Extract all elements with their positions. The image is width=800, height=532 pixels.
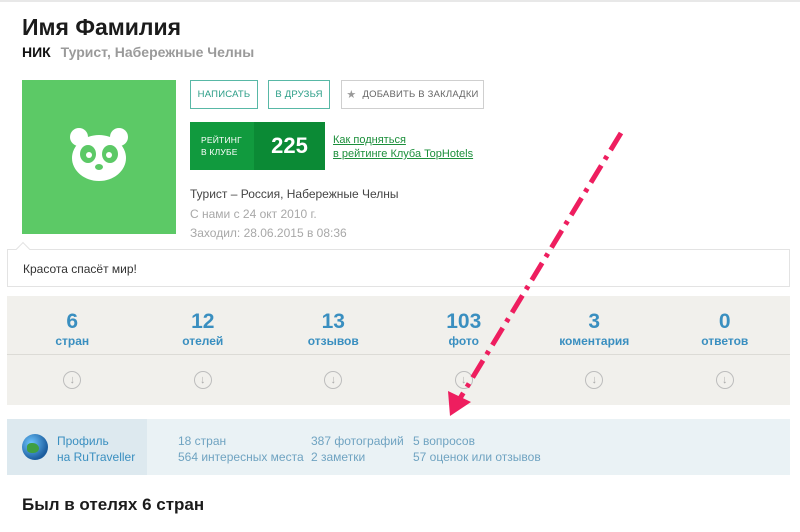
top-divider: [0, 0, 800, 2]
rating-link-line1[interactable]: Как подняться: [333, 133, 473, 147]
stat-label: стран: [55, 334, 90, 348]
rutraveller-questions: 5 вопросов: [413, 434, 475, 448]
stat-divider: [7, 354, 138, 355]
avatar[interactable]: [22, 80, 176, 234]
stat-value: 103: [446, 310, 482, 333]
rutraveller-activity-col: 5 вопросов 57 оценок или отзывов: [413, 433, 541, 465]
rating-label-line2: В КЛУБЕ: [201, 147, 238, 157]
rating-link-line2[interactable]: в рейтинге Клуба TopHotels: [333, 147, 473, 161]
club-rating-badge: РЕЙТИНГ В КЛУБЕ 225: [190, 122, 325, 170]
stat-countries[interactable]: 6 стран ↓: [7, 296, 138, 405]
stat-hotels[interactable]: 12 отелей ↓: [137, 296, 268, 405]
stat-value: 12: [191, 310, 215, 333]
rutraveller-title-line1[interactable]: Профиль: [57, 433, 135, 449]
how-to-rank-up-link[interactable]: Как подняться в рейтинге Клуба TopHotels: [333, 133, 473, 161]
write-button[interactable]: НАПИСАТЬ: [190, 80, 258, 109]
globe-icon: [22, 434, 48, 460]
stat-label: ответов: [701, 334, 749, 348]
stat-divider: [137, 354, 268, 355]
profile-location: Турист – Россия, Набережные Челны: [190, 187, 399, 201]
status-message: Красота спасёт мир!: [7, 249, 790, 287]
stat-label: отзывов: [307, 334, 359, 348]
rutraveller-title[interactable]: Профиль на RuTraveller: [57, 433, 135, 465]
rutraveller-media-col: 387 фотографий 2 заметки: [311, 433, 404, 465]
section-title: Был в отелях 6 стран: [22, 495, 205, 514]
arrow-down-circle-icon[interactable]: ↓: [715, 371, 734, 389]
profile-name: Имя Фамилия: [22, 14, 182, 40]
stat-answers[interactable]: 0 ответов ↓: [659, 296, 790, 405]
profile-nick: НИК: [22, 44, 51, 60]
stat-reviews[interactable]: 13 отзывов ↓: [268, 296, 399, 405]
rutraveller-title-line2[interactable]: на RuTraveller: [57, 449, 135, 465]
rutraveller-places-col: 18 стран 564 интересных места: [178, 433, 304, 465]
rutraveller-profile-link[interactable]: Профиль на RuTraveller: [7, 419, 147, 475]
stat-divider: [659, 354, 790, 355]
last-visit: Заходил: 28.06.2015 в 08:36: [190, 226, 347, 240]
rutraveller-places: 564 интересных места: [178, 450, 304, 464]
stat-label: фото: [448, 334, 479, 348]
arrow-down-circle-icon[interactable]: ↓: [63, 371, 82, 389]
stat-value: 3: [588, 310, 601, 333]
stat-value: 13: [321, 310, 345, 333]
arrow-down-circle-icon[interactable]: ↓: [585, 371, 604, 389]
rutraveller-profile-panel: Профиль на RuTraveller 18 стран 564 инте…: [7, 419, 790, 475]
member-since: С нами с 24 окт 2010 г.: [190, 207, 317, 221]
arrow-down-circle-icon[interactable]: ↓: [454, 371, 473, 389]
rutraveller-ratings: 57 оценок или отзывов: [413, 450, 541, 464]
profile-subinfo: Турист, Набережные Челны: [60, 44, 255, 60]
stat-label: отелей: [182, 334, 224, 348]
rating-label: РЕЙТИНГ В КЛУБЕ: [190, 122, 254, 170]
rutraveller-countries: 18 стран: [178, 434, 227, 448]
stat-divider: [268, 354, 399, 355]
profile-subline: НИК Турист, Набережные Челны: [22, 44, 254, 60]
stat-value: 0: [718, 310, 731, 333]
stat-divider: [398, 354, 529, 355]
star-icon: ★: [346, 89, 357, 101]
stats-bar: 6 стран ↓ 12 отелей ↓ 13 отзывов ↓ 103 ф…: [7, 296, 790, 405]
rating-label-line1: РЕЙТИНГ: [201, 135, 242, 145]
rutraveller-photos: 387 фотографий: [311, 434, 404, 448]
stat-divider: [529, 354, 660, 355]
panda-icon: [70, 128, 128, 181]
add-bookmark-label: ДОБАВИТЬ В ЗАКЛАДКИ: [362, 89, 479, 100]
rating-value: 225: [254, 122, 325, 170]
stat-photos[interactable]: 103 фото ↓: [398, 296, 529, 405]
add-friend-button[interactable]: В ДРУЗЬЯ: [268, 80, 330, 109]
stat-value: 6: [66, 310, 79, 333]
arrow-down-circle-icon[interactable]: ↓: [324, 371, 343, 389]
stat-label: коментария: [559, 334, 630, 348]
add-bookmark-button[interactable]: ★ ДОБАВИТЬ В ЗАКЛАДКИ: [341, 80, 484, 109]
stat-comments[interactable]: 3 коментария ↓: [529, 296, 660, 405]
rutraveller-notes: 2 заметки: [311, 450, 366, 464]
arrow-down-circle-icon[interactable]: ↓: [193, 371, 212, 389]
